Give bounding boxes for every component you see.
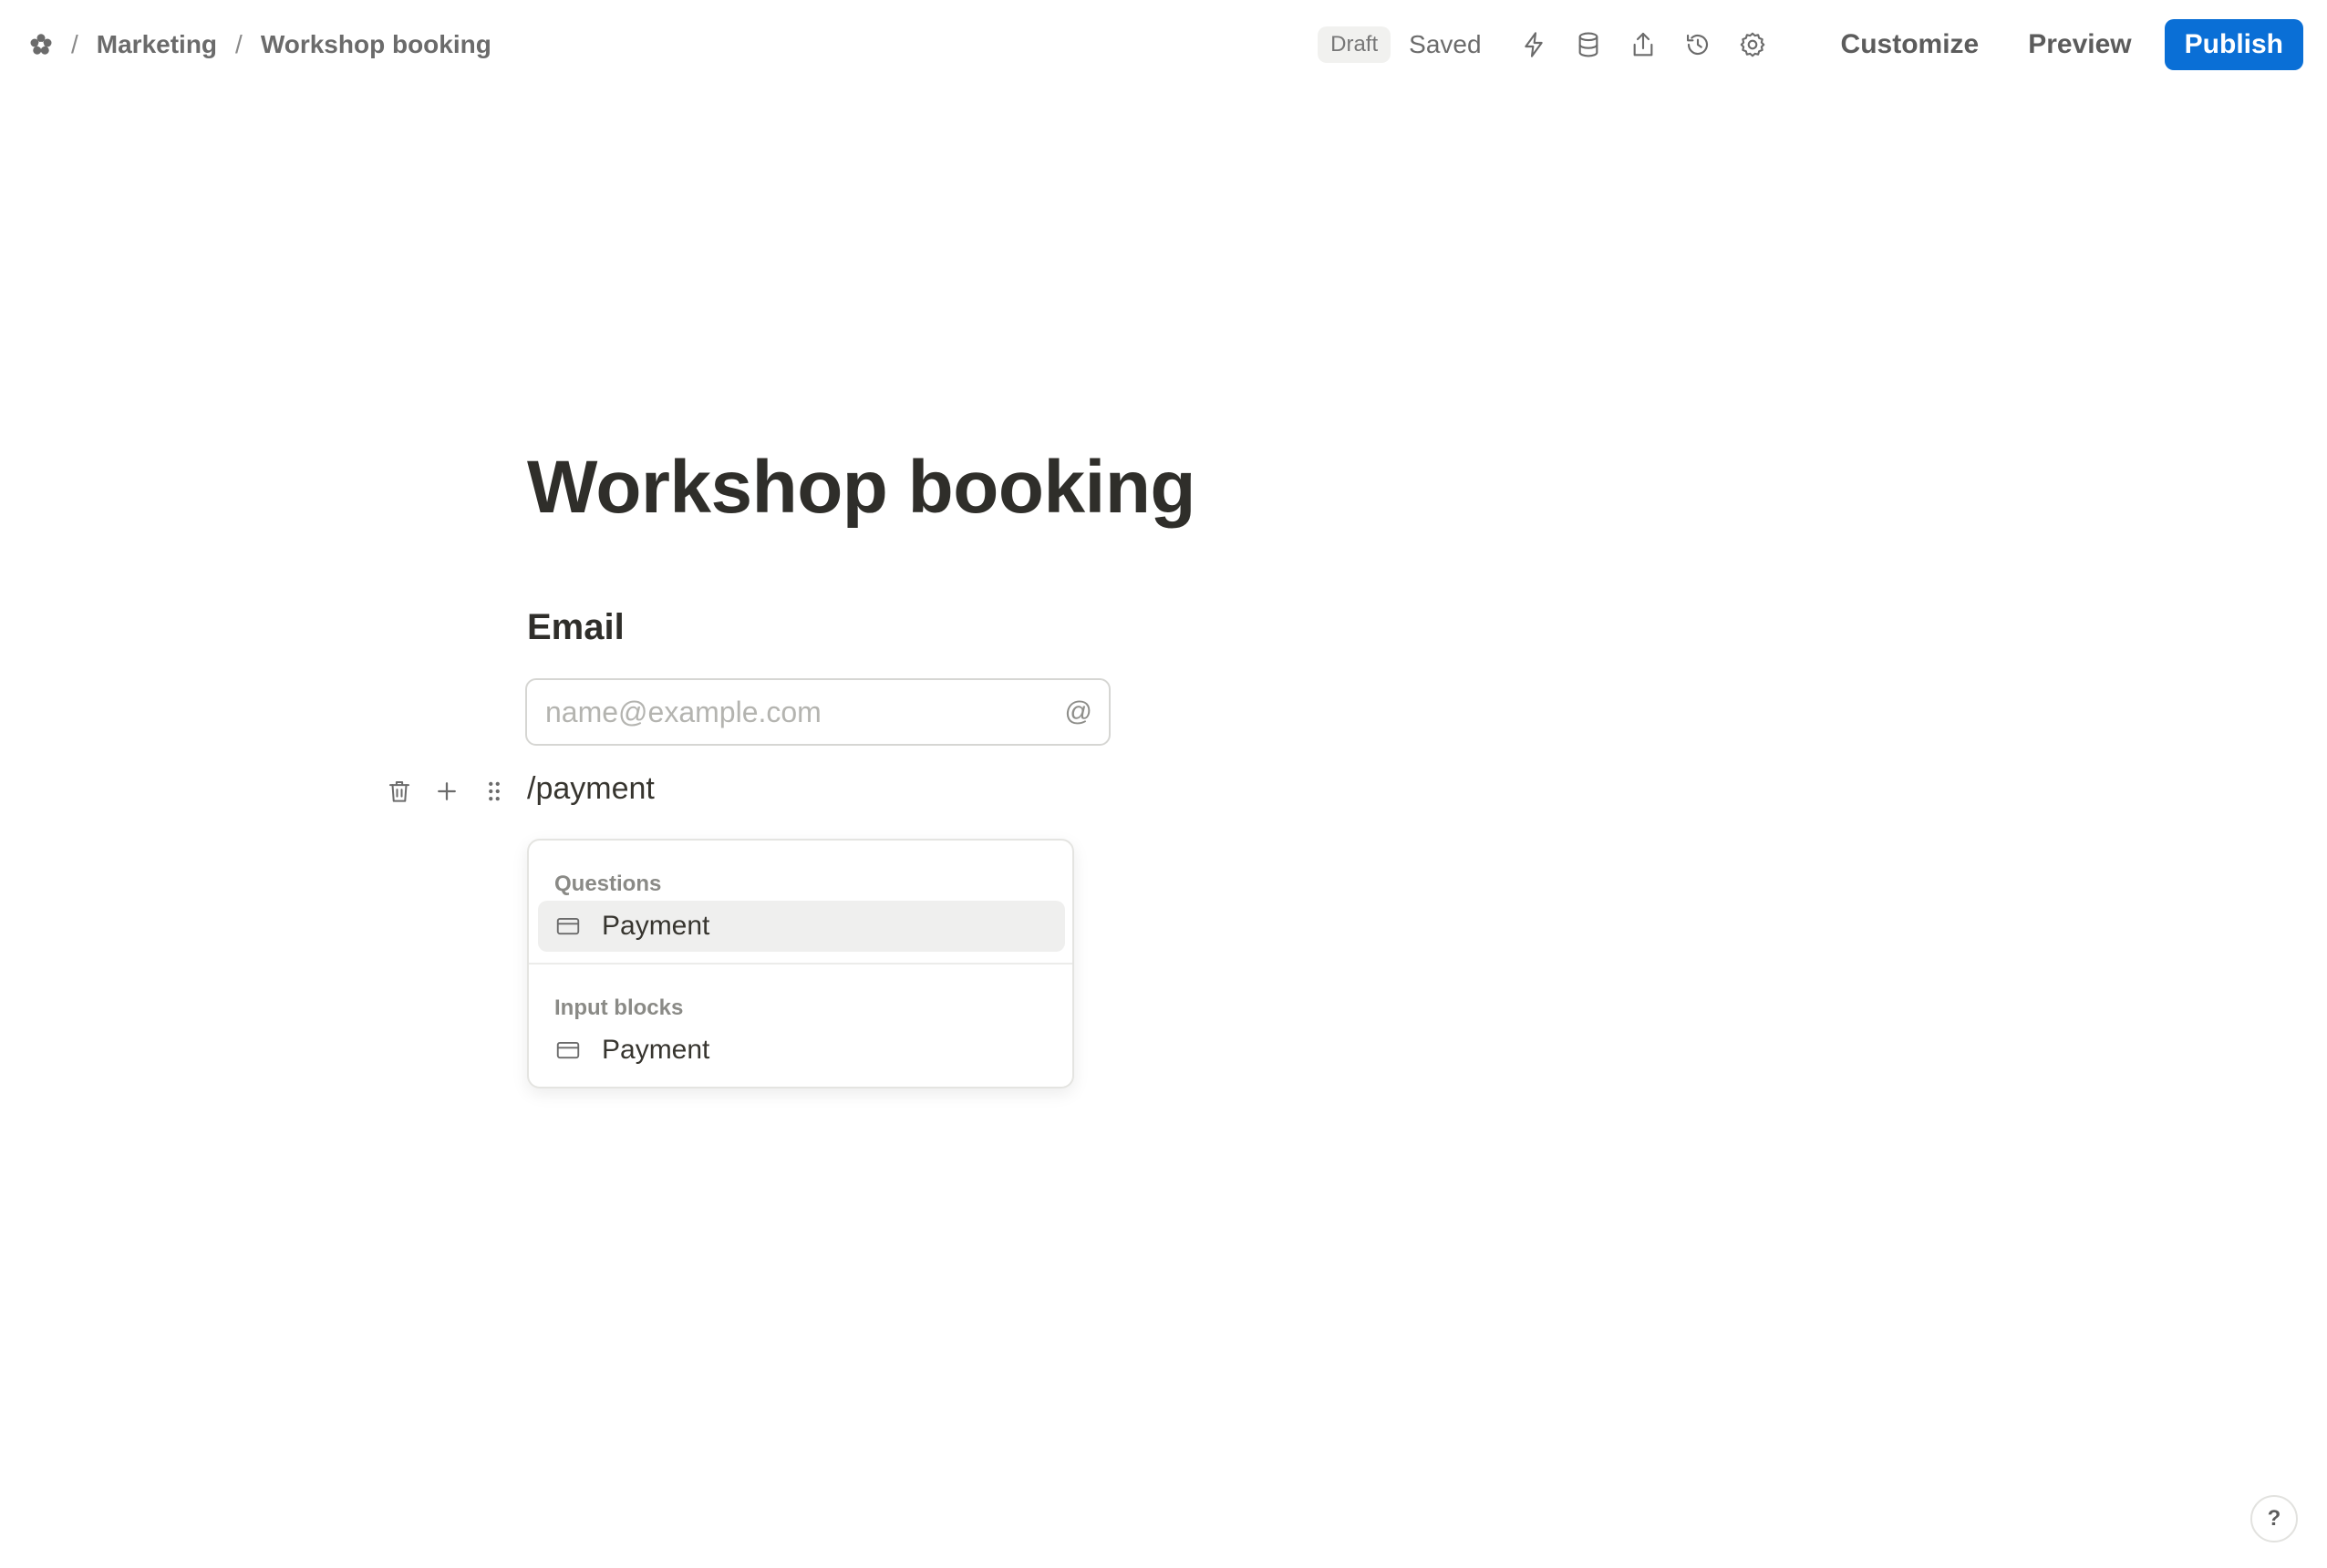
menu-group-title-input-blocks: Input blocks bbox=[554, 995, 684, 1020]
header-toolbar: Draft Saved Customize Preview Publish bbox=[1318, 0, 2327, 89]
card-icon bbox=[554, 1036, 584, 1065]
card-icon bbox=[554, 912, 584, 941]
breadcrumb-item-marketing[interactable]: Marketing bbox=[97, 30, 217, 59]
publish-button[interactable]: Publish bbox=[2164, 19, 2303, 70]
bolt-icon[interactable] bbox=[1515, 26, 1553, 64]
breadcrumb-separator: / bbox=[71, 30, 78, 58]
database-icon[interactable] bbox=[1569, 26, 1608, 64]
menu-item-label: Payment bbox=[602, 911, 710, 941]
breadcrumb-item-workshop-booking[interactable]: Workshop booking bbox=[261, 30, 491, 59]
menu-item-label: Payment bbox=[602, 1035, 710, 1065]
menu-divider bbox=[529, 963, 1072, 965]
share-icon[interactable] bbox=[1624, 26, 1662, 64]
preview-button[interactable]: Preview bbox=[2012, 20, 2147, 69]
email-field[interactable] bbox=[527, 684, 1058, 740]
block-controls bbox=[379, 771, 522, 811]
gear-icon[interactable] bbox=[1733, 26, 1772, 64]
save-status: Saved bbox=[1409, 30, 1482, 58]
workspace-logo-icon[interactable] bbox=[24, 27, 58, 62]
menu-item-payment-question[interactable]: Payment bbox=[538, 901, 1065, 952]
breadcrumb: / Marketing / Workshop booking bbox=[71, 0, 491, 89]
at-sign-icon: @ bbox=[1064, 696, 1092, 727]
email-field-container: @ bbox=[525, 678, 1111, 746]
slash-command-input[interactable]: /payment bbox=[527, 771, 655, 807]
customize-button[interactable]: Customize bbox=[1825, 20, 1996, 69]
page-title[interactable]: Workshop booking bbox=[527, 445, 1196, 531]
top-bar: / Marketing / Workshop booking Draft Sav… bbox=[0, 0, 2327, 89]
block-picker-menu: Questions Payment Input blocks Payment bbox=[527, 839, 1074, 1088]
breadcrumb-separator: / bbox=[235, 30, 243, 58]
menu-item-payment-input-block[interactable]: Payment bbox=[538, 1025, 1065, 1076]
email-question-label[interactable]: Email bbox=[527, 607, 625, 648]
status-badge: Draft bbox=[1318, 26, 1391, 63]
history-icon[interactable] bbox=[1679, 26, 1717, 64]
plus-icon[interactable] bbox=[427, 771, 467, 811]
trash-icon[interactable] bbox=[379, 771, 419, 811]
drag-handle-icon[interactable] bbox=[474, 771, 514, 811]
menu-group-title-questions: Questions bbox=[554, 872, 662, 896]
help-button[interactable]: ? bbox=[2250, 1495, 2298, 1542]
